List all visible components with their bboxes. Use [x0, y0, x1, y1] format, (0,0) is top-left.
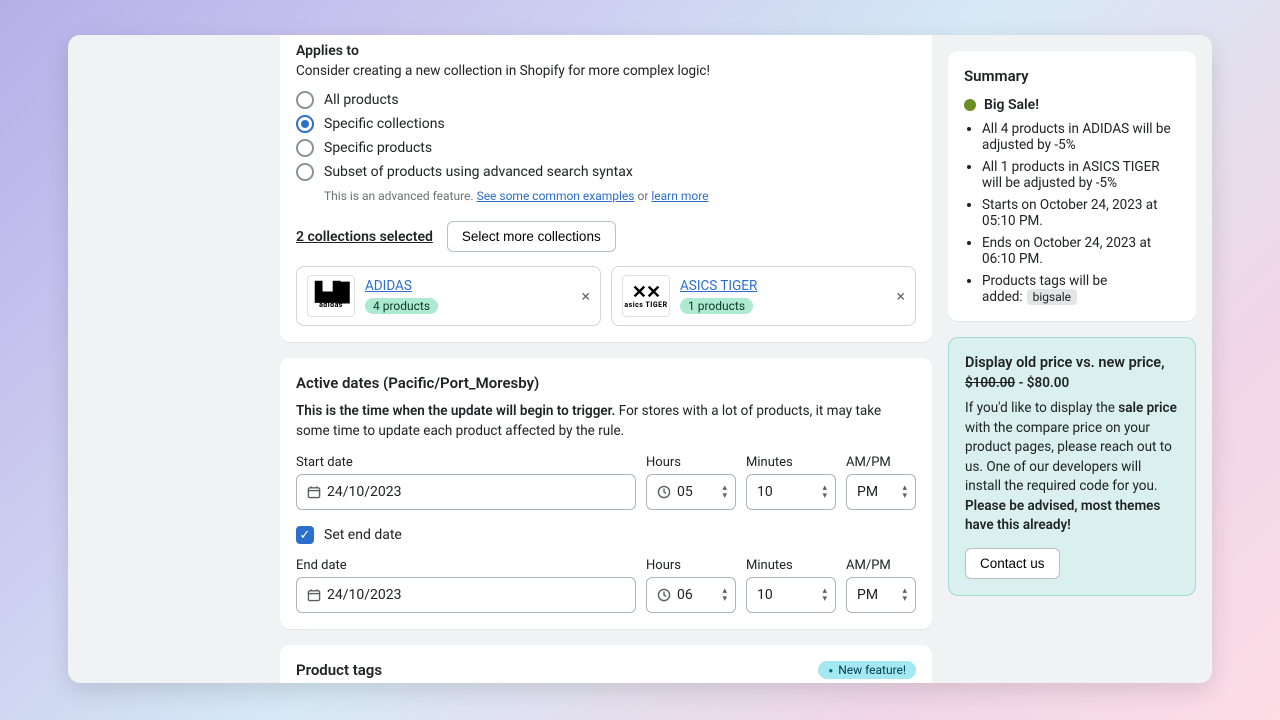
end-date-input[interactable]: 24/10/2023 [296, 577, 636, 613]
adidas-logo: ▙▟█adidas [307, 275, 355, 317]
summary-card: Summary Big Sale! All 4 products in ADID… [948, 51, 1196, 321]
contact-us-button[interactable]: Contact us [965, 548, 1060, 579]
examples-link[interactable]: See some common examples [477, 189, 635, 203]
collections-selected-count[interactable]: 2 collections selected [296, 229, 433, 245]
select-more-collections-button[interactable]: Select more collections [447, 221, 616, 252]
clock-icon [657, 485, 671, 499]
end-minutes-select[interactable]: 10 ▴▾ [746, 577, 836, 613]
product-count-badge: 1 products [680, 298, 753, 314]
calendar-icon [307, 588, 321, 602]
collection-link[interactable]: ADIDAS [365, 278, 438, 294]
applies-hint: Consider creating a new collection in Sh… [296, 63, 916, 79]
product-tags-title: Product tags [296, 661, 382, 679]
tag-badge: bigsale [1027, 289, 1077, 305]
clock-icon [657, 588, 671, 602]
end-date-label: End date [296, 558, 636, 573]
start-minutes-select[interactable]: 10 ▴▾ [746, 474, 836, 510]
learn-more-link[interactable]: learn more [651, 189, 708, 203]
summary-list: All 4 products in ADIDAS will be adjuste… [964, 121, 1180, 305]
radio-all-products[interactable]: All products [296, 91, 916, 109]
calendar-icon [307, 485, 321, 499]
applies-card: Applies to Consider creating a new colle… [280, 35, 932, 342]
end-ampm-select[interactable]: PM ▴▾ [846, 577, 916, 613]
status-dot-icon [964, 99, 976, 111]
start-hours-select[interactable]: 05 ▴▾ [646, 474, 736, 510]
price-display-promo: Display old price vs. new price, $100.00… [948, 337, 1196, 596]
set-end-date-label: Set end date [324, 527, 402, 543]
radio-specific-collections[interactable]: Specific collections [296, 115, 916, 133]
new-price: $80.00 [1027, 375, 1069, 391]
new-feature-badge: New feature! [818, 661, 916, 679]
sale-name: Big Sale! [984, 97, 1039, 113]
product-count-badge: 4 products [365, 298, 438, 314]
applies-title: Applies to [296, 43, 916, 59]
start-date-label: Start date [296, 455, 636, 470]
remove-chip-icon[interactable]: × [581, 287, 590, 306]
collection-link[interactable]: ASICS TIGER [680, 278, 757, 294]
advanced-hint: This is an advanced feature. See some co… [324, 189, 916, 203]
active-dates-card: Active dates (Pacific/Port_Moresby) This… [280, 358, 932, 629]
radio-subset-advanced[interactable]: Subset of products using advanced search… [296, 163, 916, 181]
end-hours-select[interactable]: 06 ▴▾ [646, 577, 736, 613]
radio-specific-products[interactable]: Specific products [296, 139, 916, 157]
set-end-date-checkbox[interactable]: ✓ [296, 526, 314, 544]
collection-chip-asics: ✕✕asics TIGER ASICS TIGER 1 products × [611, 266, 916, 326]
collection-chip-adidas: ▙▟█adidas ADIDAS 4 products × [296, 266, 601, 326]
remove-chip-icon[interactable]: × [896, 287, 905, 306]
product-tags-card: Product tags New feature! You can use th… [280, 645, 932, 683]
old-price: $100.00 [965, 375, 1015, 391]
active-dates-title: Active dates (Pacific/Port_Moresby) [296, 374, 916, 392]
summary-title: Summary [964, 67, 1180, 85]
asics-logo: ✕✕asics TIGER [622, 275, 670, 317]
start-ampm-select[interactable]: PM ▴▾ [846, 474, 916, 510]
start-date-input[interactable]: 24/10/2023 [296, 474, 636, 510]
active-dates-desc: This is the time when the update will be… [296, 402, 916, 441]
